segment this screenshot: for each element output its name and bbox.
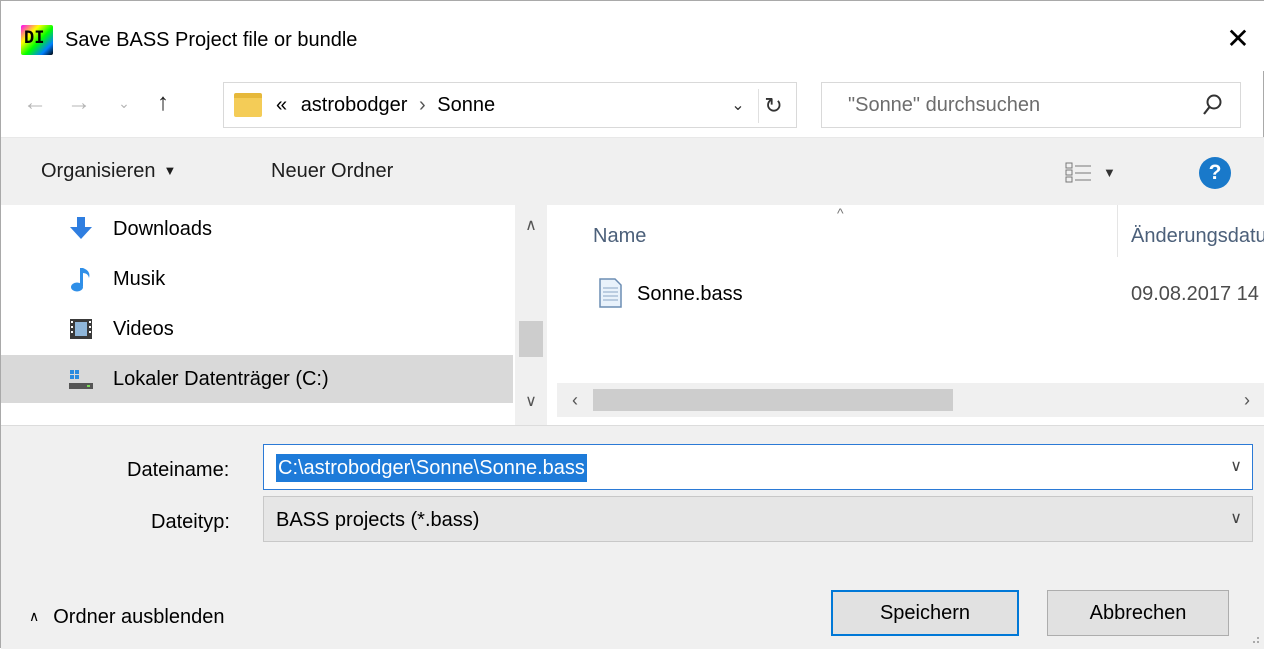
column-header-name[interactable]: Name [593, 225, 646, 248]
search-icon[interactable] [1202, 93, 1224, 117]
save-dialog: DI Save BASS Project file or bundle ✕ ← … [0, 0, 1264, 649]
scrollbar-thumb[interactable] [593, 389, 953, 411]
navigation-pane: Downloads Musik Videos Lokaler Datenträg… [1, 205, 549, 425]
breadcrumb-overflow[interactable]: « [276, 94, 287, 116]
filetype-dropdown-chevron-icon[interactable]: ∨ [1230, 505, 1242, 533]
recent-locations-chevron-icon[interactable]: ⌄ [109, 83, 139, 123]
command-bar: Organisieren ▼ Neuer Ordner ▼ ? [1, 137, 1264, 205]
nav-item-label: Videos [113, 318, 174, 340]
scroll-left-icon[interactable]: ‹ [561, 385, 589, 415]
view-options-icon[interactable] [1065, 162, 1093, 184]
nav-item-downloads[interactable]: Downloads [1, 205, 513, 253]
forward-arrow-icon[interactable]: → [61, 83, 97, 123]
navigation-row: ← → ⌄ ↑ « astrobodger › Sonne ⌄ ↻ [1, 73, 1264, 137]
address-dropdown-chevron-icon[interactable]: ⌄ [724, 89, 752, 123]
file-pane-scrollbar[interactable]: ‹ › [557, 383, 1264, 417]
file-date: 09.08.2017 14 [1131, 283, 1259, 305]
nav-item-lokaler-datentraeger-c[interactable]: Lokaler Datenträger (C:) [1, 355, 513, 403]
up-arrow-icon[interactable]: ↑ [145, 83, 181, 123]
refresh-icon[interactable]: ↻ [758, 89, 788, 123]
close-button[interactable]: ✕ [1211, 17, 1264, 63]
nav-item-label: Lokaler Datenträger (C:) [113, 368, 329, 390]
document-icon [599, 278, 622, 308]
organize-button[interactable]: Organisieren ▼ [41, 160, 176, 183]
view-options-caret-icon[interactable]: ▼ [1103, 162, 1116, 184]
scroll-down-icon[interactable]: ∨ [515, 387, 547, 417]
filetype-label: Dateityp: [151, 511, 230, 533]
address-bar[interactable]: « astrobodger › Sonne ⌄ ↻ [223, 82, 797, 128]
column-header-date[interactable]: Änderungsdatum [1131, 225, 1264, 248]
file-list-pane: ^ Name Änderungsdatum Sonne.bass 09.08.2… [557, 205, 1264, 425]
hide-folders-label: Ordner ausblenden [53, 606, 225, 628]
video-icon [70, 319, 92, 339]
search-box[interactable] [821, 82, 1241, 128]
filename-dropdown-chevron-icon[interactable]: ∨ [1230, 453, 1242, 481]
resize-grip-icon[interactable] [1247, 631, 1261, 645]
nav-item-videos[interactable]: Videos [1, 305, 513, 353]
music-icon [71, 268, 90, 292]
breadcrumb-separator[interactable]: › [419, 94, 426, 116]
drive-icon [69, 370, 93, 389]
breadcrumb-item-astrobodger[interactable]: astrobodger [301, 94, 408, 116]
column-divider[interactable] [1117, 205, 1118, 257]
search-input[interactable] [822, 83, 1192, 127]
filetype-value: BASS projects (*.bass) [276, 509, 480, 531]
file-name: Sonne.bass [637, 283, 743, 305]
folder-icon [234, 93, 262, 117]
chevron-up-icon: ∧ [29, 608, 40, 624]
breadcrumb-item-sonne[interactable]: Sonne [437, 94, 495, 116]
save-options-panel: Dateiname: C:\astrobodger\Sonne\Sonne.ba… [1, 425, 1264, 649]
title-bar: DI Save BASS Project file or bundle ✕ [1, 1, 1264, 71]
window-title: Save BASS Project file or bundle [65, 29, 358, 51]
sort-indicator-icon: ^ [837, 205, 844, 221]
nav-item-musik[interactable]: Musik [1, 255, 513, 303]
scrollbar-thumb[interactable] [519, 321, 543, 357]
filename-field[interactable]: C:\astrobodger\Sonne\Sonne.bass ∨ [263, 444, 1253, 490]
save-button[interactable]: Speichern [831, 590, 1019, 636]
cancel-button[interactable]: Abbrechen [1047, 590, 1229, 636]
filename-value[interactable]: C:\astrobodger\Sonne\Sonne.bass [276, 454, 587, 482]
download-icon [70, 217, 92, 239]
back-arrow-icon[interactable]: ← [17, 83, 53, 123]
nav-item-label: Downloads [113, 218, 212, 240]
nav-pane-scrollbar[interactable]: ∧ ∨ [515, 205, 547, 425]
app-icon: DI [21, 25, 53, 55]
scroll-right-icon[interactable]: › [1233, 385, 1261, 415]
filetype-select[interactable]: BASS projects (*.bass) ∨ [263, 496, 1253, 542]
filename-label: Dateiname: [127, 459, 230, 481]
help-icon[interactable]: ? [1199, 157, 1231, 189]
organize-label: Organisieren [41, 160, 156, 182]
new-folder-button[interactable]: Neuer Ordner [271, 160, 393, 183]
hide-folders-button[interactable]: ∧ Ordner ausblenden [29, 606, 224, 629]
scroll-up-icon[interactable]: ∧ [515, 211, 547, 241]
nav-item-label: Musik [113, 268, 166, 290]
file-row[interactable]: Sonne.bass 09.08.2017 14 [557, 271, 1264, 315]
breadcrumb: « astrobodger › Sonne [276, 94, 495, 117]
caret-down-icon: ▼ [163, 163, 177, 178]
